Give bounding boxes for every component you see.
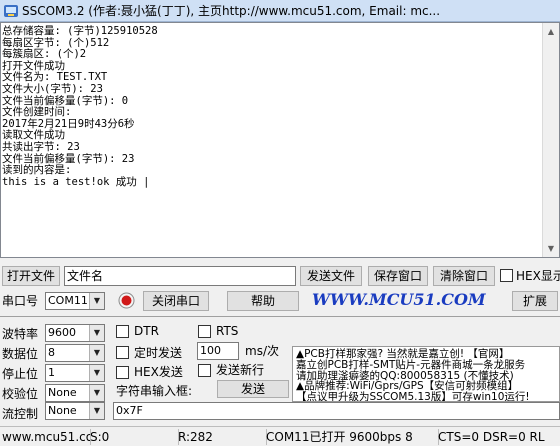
- data-bits-label: 数据位: [2, 347, 39, 361]
- port-label: 串口号: [2, 294, 39, 308]
- hex-display-checkbox[interactable]: [500, 269, 513, 282]
- timed-send-checkbox[interactable]: [116, 346, 129, 359]
- send-button[interactable]: 发送: [217, 380, 289, 398]
- receive-line: 读取文件成功: [2, 129, 65, 142]
- send-input[interactable]: 0x7F: [113, 402, 560, 420]
- receive-line: 总存储容量: (字节)125910528: [2, 25, 158, 37]
- app-icon: [4, 5, 18, 17]
- title-bar: SSCOM3.2 (作者:聂小猛(丁丁), 主页http://www.mcu51…: [0, 0, 560, 22]
- status-bar: www.mcu51.cor S:0 R:282 COM11已打开 9600bps…: [0, 426, 560, 446]
- send-newline-checkbox[interactable]: [198, 364, 211, 377]
- stop-bits-select[interactable]: 1 ▼: [45, 364, 105, 382]
- dtr-checkbox[interactable]: [116, 325, 129, 338]
- status-sent: S:0: [88, 429, 179, 445]
- status-site: www.mcu51.cor: [2, 429, 91, 445]
- data-bits-value: 8: [48, 346, 55, 359]
- input-label: 字符串输入框:: [116, 384, 193, 398]
- scroll-down-icon[interactable]: ▼: [543, 240, 559, 257]
- chevron-down-icon[interactable]: ▼: [89, 403, 104, 419]
- hex-display-label: HEX显示: [516, 269, 560, 283]
- info-panel: ▲PCB打样那家强? 当然就是嘉立创! 【官网】 嘉立创PCB打样-SMT贴片-元…: [292, 346, 560, 402]
- expand-button[interactable]: 扩展: [512, 291, 558, 311]
- open-file-button[interactable]: 打开文件: [2, 266, 60, 286]
- flow-control-value: None: [48, 404, 77, 417]
- baud-select[interactable]: 9600 ▼: [45, 324, 105, 342]
- interval-unit: ms/次: [245, 344, 279, 358]
- hex-send-checkbox[interactable]: [116, 366, 129, 379]
- baud-label: 波特率: [2, 327, 39, 341]
- timed-send-label: 定时发送: [134, 346, 183, 360]
- rts-label: RTS: [216, 324, 239, 338]
- chevron-down-icon[interactable]: ▼: [89, 365, 104, 381]
- status-lines: CTS=0 DSR=0 RL: [438, 430, 545, 444]
- receive-line: 每簇扇区: (个)2: [2, 48, 87, 61]
- status-port: COM11已打开 9600bps 8: [264, 429, 439, 445]
- stop-bits-value: 1: [48, 366, 55, 379]
- interval-input[interactable]: 100: [197, 342, 239, 360]
- receive-line: 共读出字节: 23: [2, 140, 80, 153]
- filename-field[interactable]: 文件名: [64, 266, 296, 286]
- receive-line: 文件创建时间:: [2, 106, 72, 119]
- baud-value: 9600: [48, 326, 76, 339]
- receive-line: 文件当前偏移量(字节): 0: [2, 94, 129, 107]
- send-newline-label: 发送新行: [216, 363, 265, 377]
- receive-line: this is a test!ok 成功 |: [2, 175, 150, 188]
- receive-line: 读到的内容是:: [2, 164, 72, 177]
- data-bits-select[interactable]: 8 ▼: [45, 344, 105, 362]
- chevron-down-icon[interactable]: ▼: [89, 325, 104, 341]
- flow-control-select[interactable]: None ▼: [45, 402, 105, 420]
- close-port-button[interactable]: 关闭串口: [143, 291, 209, 311]
- stop-bits-label: 停止位: [2, 367, 39, 381]
- rts-checkbox[interactable]: [198, 325, 211, 338]
- status-received: R:282: [176, 429, 267, 445]
- save-window-button[interactable]: 保存窗口: [368, 266, 428, 286]
- vertical-scrollbar[interactable]: ▲ ▼: [542, 23, 559, 257]
- port-status-icon: [118, 292, 135, 309]
- receive-line: 2017年2月21日9时43分6秒: [2, 117, 135, 130]
- flow-control-label: 流控制: [2, 407, 39, 421]
- chevron-down-icon[interactable]: ▼: [89, 345, 104, 361]
- receive-line: 文件大小(字节): 23: [2, 82, 103, 95]
- parity-value: None: [48, 386, 77, 399]
- clear-window-button[interactable]: 清除窗口: [433, 266, 495, 286]
- site-logo: WWW.MCU51.COM: [312, 290, 486, 309]
- scroll-up-icon[interactable]: ▲: [543, 23, 559, 40]
- hex-send-label: HEX发送: [134, 365, 183, 379]
- chevron-down-icon[interactable]: ▼: [89, 293, 104, 309]
- receive-text: 总存储容量: (字节)125910528 每扇区字节: (个)512 每簇扇区: (…: [1, 23, 559, 191]
- receive-line: 文件当前偏移量(字节): 23: [2, 152, 135, 165]
- window-title: SSCOM3.2 (作者:聂小猛(丁丁), 主页http://www.mcu51…: [22, 4, 441, 18]
- receive-area[interactable]: 总存储容量: (字节)125910528 每扇区字节: (个)512 每簇扇区: (…: [0, 22, 560, 258]
- parity-label: 校验位: [2, 387, 39, 401]
- info-line[interactable]: 【点议甲升级为SSCOM5.13版】可存win10运行!: [296, 391, 530, 401]
- port-select[interactable]: COM11 ▼: [45, 292, 105, 310]
- dtr-label: DTR: [134, 324, 159, 338]
- chevron-down-icon[interactable]: ▼: [89, 385, 104, 401]
- port-value: COM11: [48, 294, 88, 307]
- send-file-button[interactable]: 发送文件: [300, 266, 362, 286]
- separator-line: [0, 316, 560, 317]
- parity-select[interactable]: None ▼: [45, 384, 105, 402]
- help-button[interactable]: 帮助: [227, 291, 299, 311]
